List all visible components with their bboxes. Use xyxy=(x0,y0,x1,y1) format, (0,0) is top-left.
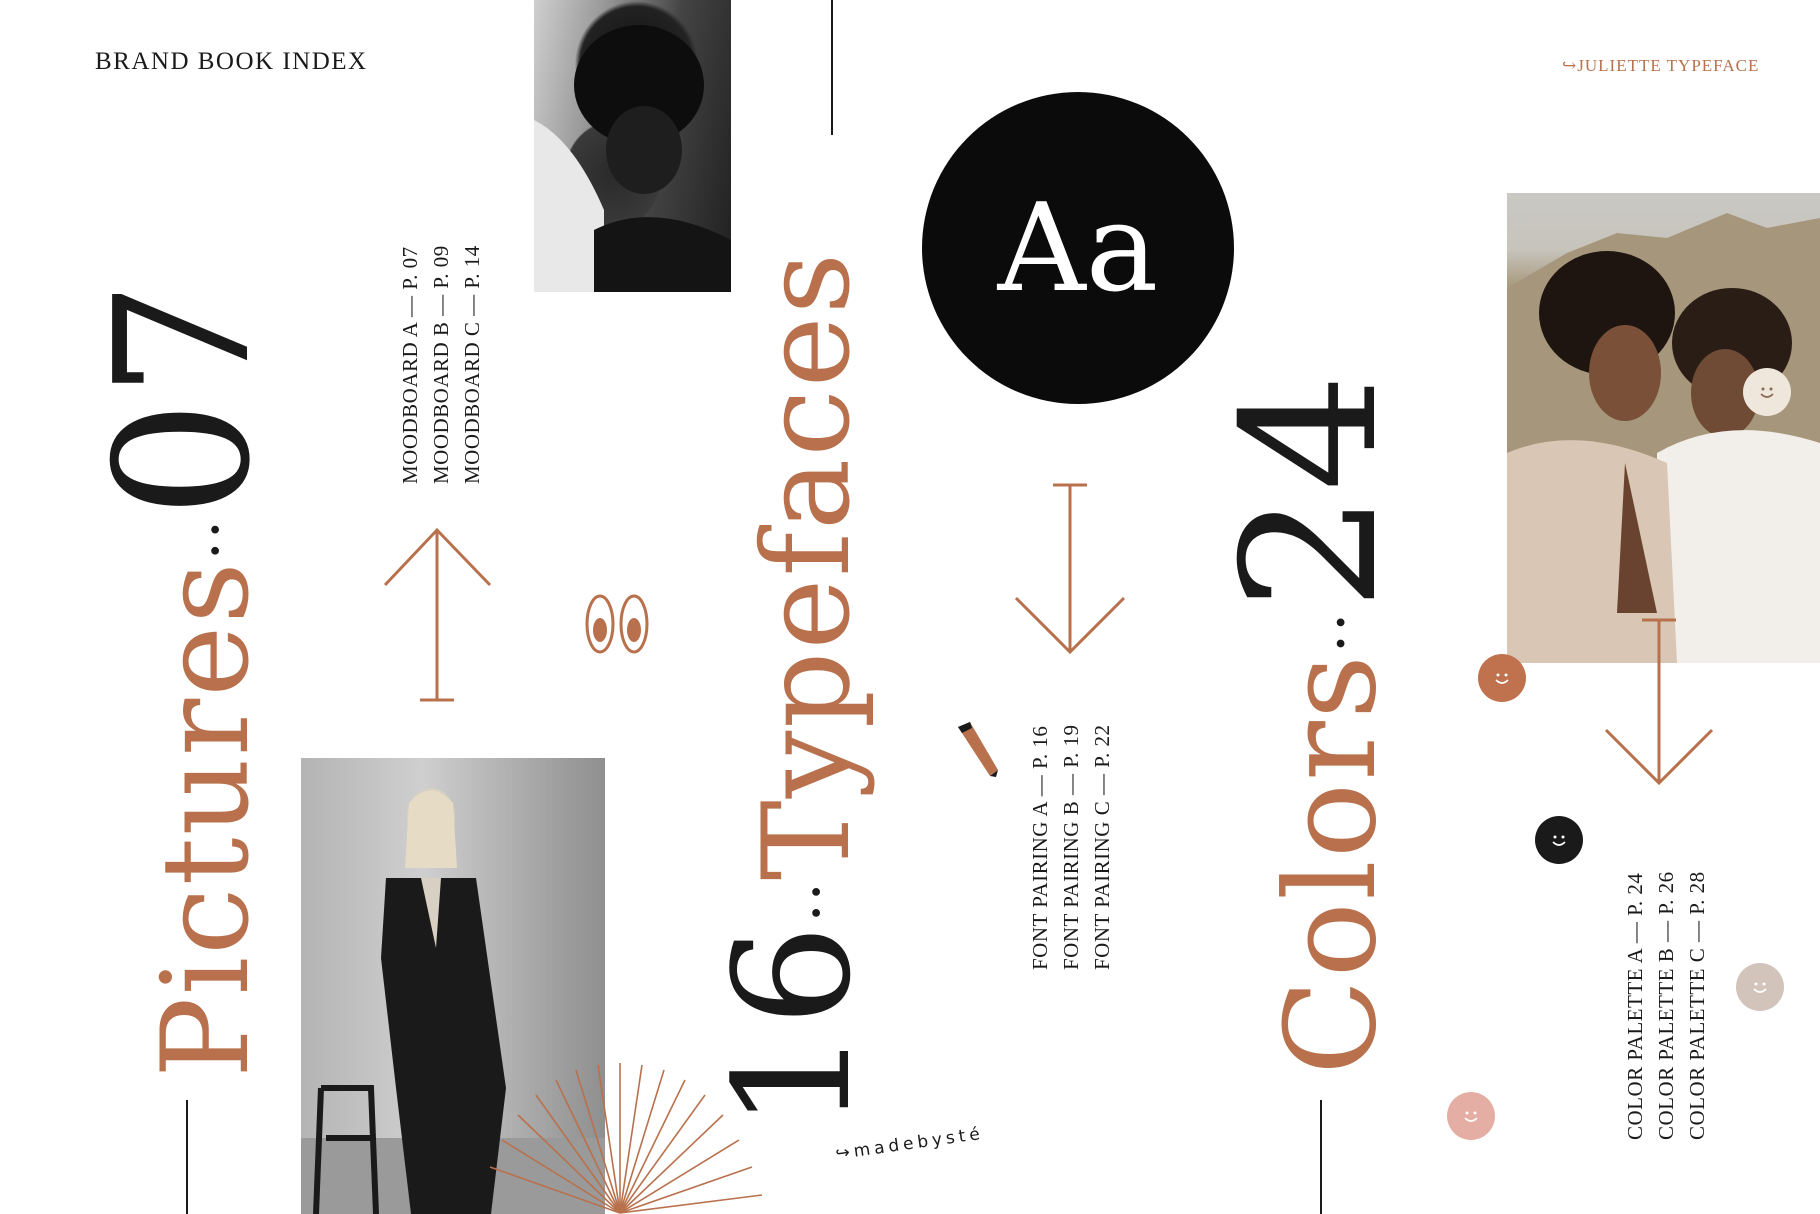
portrait-photo-top xyxy=(534,0,731,292)
up-arrow-icon xyxy=(383,527,492,702)
divider-line xyxy=(1320,1100,1322,1214)
color-palette-item[interactable]: COLOR PALETTE A — P. 24 xyxy=(1620,871,1651,1140)
specimen-circle: Aa xyxy=(922,92,1234,404)
pictures-separator: ·· xyxy=(180,518,251,561)
colors-word: Colors xyxy=(1259,652,1404,1075)
two-men-photo xyxy=(1507,193,1820,663)
pencil-icon xyxy=(958,722,998,777)
typeface-link-label: JULIETTE TYPEFACE xyxy=(1577,56,1760,75)
colors-separator: ·· xyxy=(1306,610,1377,653)
colors-number: 24 xyxy=(1202,371,1418,611)
moodboard-item[interactable]: MOODBOARD B — P. 09 xyxy=(426,245,457,484)
brand-book-title: BRAND BOOK INDEX xyxy=(95,48,368,75)
specimen-text: Aa xyxy=(997,177,1159,319)
pictures-number: 07 xyxy=(75,278,291,519)
arrow-hook-icon: ↪ xyxy=(1562,56,1578,75)
down-arrow-icon xyxy=(1604,618,1714,786)
smiley-icon xyxy=(1743,368,1791,416)
typefaces-heading: 16··Typefaces xyxy=(699,250,886,1130)
font-pairing-list: FONT PAIRING A — P. 16 FONT PAIRING B — … xyxy=(1025,724,1118,970)
eyes-icon xyxy=(585,594,649,654)
smiley-icon xyxy=(1535,816,1583,864)
moodboard-item[interactable]: MOODBOARD C — P. 14 xyxy=(457,245,488,484)
font-pairing-item[interactable]: FONT PAIRING C — P. 22 xyxy=(1087,724,1118,970)
font-pairing-item[interactable]: FONT PAIRING B — P. 19 xyxy=(1056,724,1087,970)
smiley-icon xyxy=(1478,654,1526,702)
down-arrow-icon xyxy=(1014,483,1126,655)
moodboard-item[interactable]: MOODBOARD A — P. 07 xyxy=(395,245,426,484)
moodboard-list: MOODBOARD A — P. 07 MOODBOARD B — P. 09 … xyxy=(395,245,488,484)
typefaces-word: Typefaces xyxy=(738,250,877,881)
typefaces-separator: ·· xyxy=(781,880,852,923)
typefaces-number: 16 xyxy=(699,922,886,1130)
two-men-figures-icon xyxy=(1507,213,1820,663)
color-palette-list: COLOR PALETTE A — P. 24 COLOR PALETTE B … xyxy=(1620,871,1713,1140)
font-pairing-item[interactable]: FONT PAIRING A — P. 16 xyxy=(1025,724,1056,970)
pictures-word: Pictures xyxy=(137,560,276,1078)
color-palette-item[interactable]: COLOR PALETTE B — P. 26 xyxy=(1651,871,1682,1140)
color-palette-item[interactable]: COLOR PALETTE C — P. 28 xyxy=(1682,871,1713,1140)
divider-line xyxy=(831,0,833,135)
colors-heading: Colors··24 xyxy=(1202,371,1418,1075)
portrait-figure-icon xyxy=(534,25,731,292)
typeface-link[interactable]: ↪JULIETTE TYPEFACE xyxy=(1562,56,1759,76)
divider-line xyxy=(186,1100,188,1214)
smiley-icon xyxy=(1447,1092,1495,1140)
smiley-icon xyxy=(1736,963,1784,1011)
pictures-heading: Pictures··07 xyxy=(75,279,291,1078)
